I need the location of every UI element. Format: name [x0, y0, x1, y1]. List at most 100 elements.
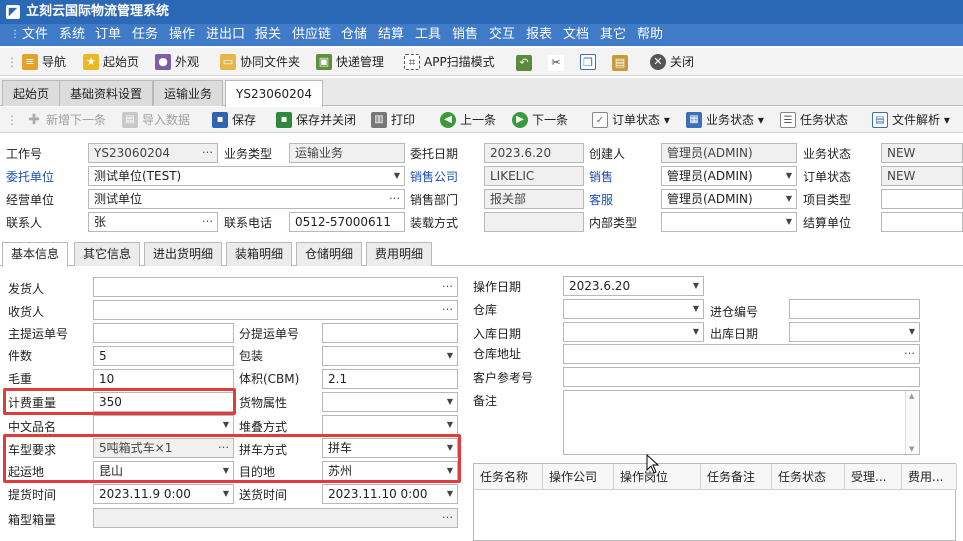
sales-label[interactable]: 销售 — [589, 167, 613, 187]
shared-folder-button[interactable]: ▭ 协同文件夹 — [220, 52, 300, 72]
cargo-attr-field[interactable]: ▼ — [322, 392, 458, 412]
shipper-field[interactable]: … — [93, 277, 458, 297]
cut-button[interactable]: ✂ — [548, 52, 564, 72]
import-data-button[interactable]: ▤ 导入数据 — [122, 110, 190, 130]
col-accept[interactable]: 受理... — [845, 464, 902, 490]
chevron-down-icon[interactable]: ▼ — [693, 323, 699, 341]
menu-order[interactable]: 订单 — [93, 24, 123, 46]
col-task-name[interactable]: 任务名称 — [474, 464, 543, 490]
packing-field[interactable]: ▼ — [322, 346, 458, 366]
prev-button[interactable]: ◀ 上一条 — [440, 110, 496, 130]
menu-sales[interactable]: 销售 — [450, 24, 480, 46]
chevron-down-icon[interactable]: ▼ — [394, 167, 400, 185]
appearance-button[interactable]: ● 外观 — [155, 52, 199, 72]
biz-status-field[interactable]: NEW — [881, 143, 963, 163]
project-type-field[interactable] — [881, 189, 963, 209]
biz-type-field[interactable]: 运输业务 — [289, 143, 405, 163]
volume-field[interactable]: 2.1 — [322, 369, 458, 389]
ellipsis-icon[interactable]: … — [904, 345, 915, 360]
delivery-time-field[interactable]: 2023.11.10 0:00 ▼ — [322, 484, 458, 504]
load-method-field[interactable] — [484, 212, 584, 232]
sales-company-field[interactable]: LIKELIC — [484, 166, 584, 186]
menu-reports[interactable]: 报表 — [524, 24, 554, 46]
op-date-field[interactable]: 2023.6.20 ▼ — [563, 276, 704, 296]
save-button[interactable]: ▪ 保存 — [212, 110, 256, 130]
settle-unit-field[interactable] — [881, 212, 963, 232]
chevron-down-icon[interactable]: ▼ — [447, 347, 453, 365]
biz-status-button[interactable]: ▦ 业务状态 ▾ — [686, 110, 764, 130]
remark-textarea[interactable]: ▲ ▼ — [563, 390, 920, 455]
menu-file[interactable]: 文件 — [20, 24, 50, 46]
ellipsis-icon[interactable]: … — [442, 509, 453, 524]
menu-customs[interactable]: 报关 — [253, 24, 283, 46]
save-close-button[interactable]: ▪ 保存并关闭 — [276, 110, 356, 130]
tab-storage-detail[interactable]: 仓储明细 — [296, 242, 363, 266]
ellipsis-icon[interactable]: … — [389, 190, 400, 205]
col-fee[interactable]: 费用... — [902, 464, 957, 490]
contact-field[interactable]: 张… — [88, 212, 218, 232]
phone-field[interactable]: 0512-57000611 — [289, 212, 405, 232]
chevron-down-icon[interactable]: ▼ — [693, 277, 699, 295]
tab-in-out-detail[interactable]: 进出货明细 — [144, 242, 223, 266]
entrust-date-field[interactable]: 2023.6.20 — [484, 143, 584, 163]
tab-fee-detail[interactable]: 费用明细 — [366, 242, 433, 266]
menu-supply-chain[interactable]: 供应链 — [290, 24, 333, 46]
ellipsis-icon[interactable]: … — [442, 301, 453, 316]
cs-field[interactable]: 管理员(ADMIN) ▼ — [661, 189, 797, 209]
order-status-field[interactable]: NEW — [881, 166, 963, 186]
menu-warehouse[interactable]: 仓储 — [339, 24, 369, 46]
ellipsis-icon[interactable]: … — [202, 213, 213, 228]
menu-help[interactable]: 帮助 — [635, 24, 665, 46]
wh-addr-field[interactable]: … — [563, 344, 920, 364]
chevron-down-icon[interactable]: ▼ — [447, 485, 453, 503]
tab-packing-detail[interactable]: 装箱明细 — [226, 242, 293, 266]
chevron-down-icon[interactable]: ▼ — [223, 416, 229, 434]
out-date-field[interactable]: ▼ — [789, 322, 920, 342]
chevron-down-icon[interactable]: ▼ — [786, 213, 792, 231]
gross-weight-field[interactable]: 10 — [93, 369, 234, 389]
tab-basic-settings[interactable]: 基础资料设置 — [59, 80, 154, 106]
tab-ys23060204[interactable]: YS23060204 — [225, 80, 324, 107]
new-next-button[interactable]: ✚ 新增下一条 — [26, 110, 106, 130]
next-button[interactable]: ▶ 下一条 — [512, 110, 568, 130]
client-field[interactable]: 测试单位(TEST) ▼ — [88, 166, 405, 186]
col-op-company[interactable]: 操作公司 — [543, 464, 614, 490]
chevron-down-icon[interactable]: ▼ — [223, 485, 229, 503]
client-label[interactable]: 委托单位 — [6, 167, 54, 187]
scroll-up-icon[interactable]: ▲ — [909, 392, 914, 400]
tab-transport[interactable]: 运输业务 — [153, 80, 224, 106]
paste-button[interactable]: ▤ — [612, 52, 628, 72]
warehouse-field[interactable]: ▼ — [563, 299, 704, 319]
menu-interact[interactable]: 交互 — [487, 24, 517, 46]
file-parse-button[interactable]: ▤ 文件解析 ▾ — [872, 110, 950, 130]
app-scan-button[interactable]: ⌗ APP扫描模式 — [404, 52, 495, 72]
in-date-field[interactable]: ▼ — [563, 322, 704, 342]
tab-basic-info[interactable]: 基本信息 — [2, 242, 69, 267]
undo-button[interactable]: ↶ — [516, 52, 532, 72]
express-button[interactable]: ▣ 快递管理 — [316, 52, 384, 72]
menu-documents[interactable]: 文档 — [561, 24, 591, 46]
sales-company-label[interactable]: 销售公司 — [410, 167, 458, 187]
menu-settlement[interactable]: 结算 — [376, 24, 406, 46]
tab-home[interactable]: 起始页 — [2, 80, 61, 106]
consignee-field[interactable]: … — [93, 300, 458, 320]
copy-button[interactable]: ❐ — [580, 52, 596, 72]
ellipsis-icon[interactable]: … — [442, 278, 453, 293]
container-field[interactable]: … — [93, 508, 458, 528]
operator-unit-field[interactable]: 测试单位… — [88, 189, 405, 209]
remark-scrollbar[interactable]: ▲ ▼ — [905, 391, 919, 454]
menu-tools[interactable]: 工具 — [413, 24, 443, 46]
menu-other[interactable]: 其它 — [598, 24, 628, 46]
cs-label[interactable]: 客服 — [589, 190, 613, 210]
in-no-field[interactable] — [789, 299, 920, 319]
cust-ref-field[interactable] — [563, 367, 920, 387]
ellipsis-icon[interactable]: … — [202, 144, 213, 159]
task-status-button[interactable]: ☰ 任务状态 — [780, 110, 848, 130]
chevron-down-icon[interactable]: ▼ — [786, 190, 792, 208]
menu-import-export[interactable]: 进出口 — [204, 24, 247, 46]
print-button[interactable]: ▥ 打印 — [371, 110, 415, 130]
master-bill-field[interactable] — [93, 323, 234, 343]
chevron-down-icon[interactable]: ▼ — [786, 167, 792, 185]
internal-type-field[interactable]: ▼ — [661, 212, 797, 232]
chevron-down-icon[interactable]: ▼ — [693, 300, 699, 318]
